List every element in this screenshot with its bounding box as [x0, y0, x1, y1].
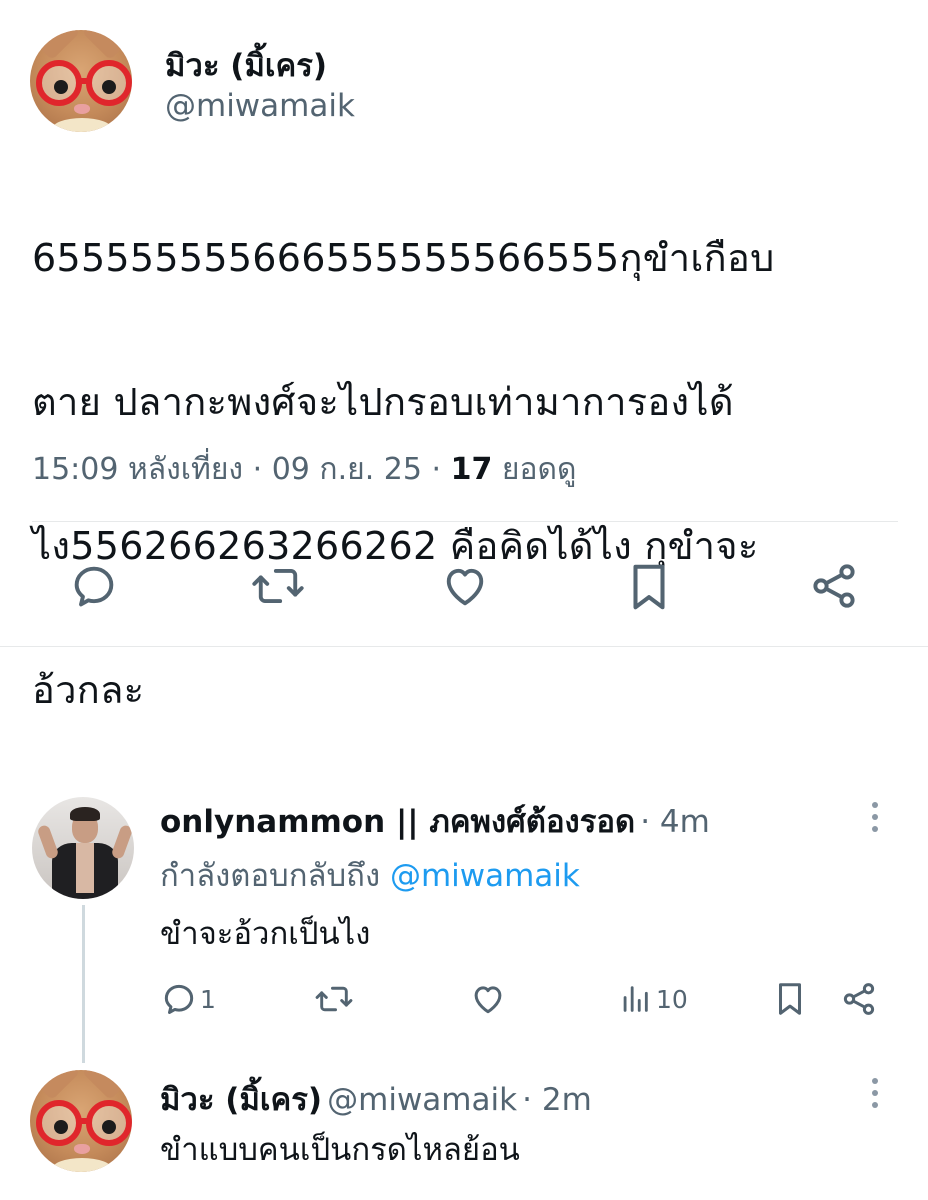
- author-avatar[interactable]: [30, 30, 132, 132]
- author-handle[interactable]: @miwamaik: [165, 88, 355, 124]
- replying-label: กำลังตอบกลับถึง: [160, 858, 381, 894]
- reply-text: ขำแบบคนเป็นกรดไหลย้อน: [160, 1132, 520, 1168]
- share-icon[interactable]: [808, 560, 860, 612]
- author-display-name[interactable]: มิวะ (มิ้เคร): [165, 40, 327, 90]
- reply-display-name[interactable]: onlynammon || ภคพงศ์ต้องรอด: [160, 804, 635, 840]
- mention-link[interactable]: @miwamaik: [390, 858, 580, 894]
- reply-text: ขำจะอ้วกเป็นไง: [160, 916, 371, 952]
- retweet-icon[interactable]: [314, 980, 354, 1018]
- section-divider: [0, 646, 928, 647]
- reply-handle[interactable]: @miwamaik: [327, 1082, 517, 1118]
- tweet-line: ตาย ปลากะพงศ์จะไปกรอบเท่ามาการองได้: [32, 380, 734, 424]
- meta-separator: ·: [431, 452, 442, 487]
- reply-count: 1: [200, 985, 216, 1014]
- thread-line: [82, 905, 85, 1063]
- views-label[interactable]: ยอดดู: [502, 452, 577, 487]
- views-icon[interactable]: [618, 982, 652, 1016]
- reply-avatar[interactable]: [32, 797, 134, 899]
- reply-time[interactable]: · 2m: [522, 1082, 592, 1118]
- tweet-time[interactable]: 15:09 หลังเที่ยง: [32, 452, 243, 487]
- reply-header: มิวะ (มิ้เคร) @miwamaik · 2m: [160, 1074, 592, 1124]
- tweet-line: อ้วกละ: [32, 668, 145, 712]
- replying-to: กำลังตอบกลับถึง @miwamaik: [160, 850, 580, 900]
- views-count: 10: [656, 985, 688, 1014]
- divider: [32, 521, 898, 522]
- bookmark-icon[interactable]: [774, 980, 806, 1018]
- views-count: 17: [450, 452, 493, 487]
- reply-header: onlynammon || ภคพงศ์ต้องรอด · 4m: [160, 796, 710, 846]
- tweet-meta: 15:09 หลังเที่ยง · 09 ก.ย. 25 · 17 ยอดดู: [32, 446, 576, 493]
- bookmark-icon[interactable]: [626, 560, 672, 614]
- reply-icon[interactable]: [68, 560, 120, 612]
- like-icon[interactable]: [468, 980, 508, 1018]
- tweet-date[interactable]: 09 ก.ย. 25: [272, 452, 422, 487]
- reply-display-name[interactable]: มิวะ (มิ้เคร): [160, 1082, 322, 1118]
- reply-avatar[interactable]: [30, 1070, 132, 1172]
- meta-separator: ·: [252, 452, 263, 487]
- more-options-icon[interactable]: [872, 802, 880, 838]
- more-options-icon[interactable]: [872, 1078, 880, 1114]
- share-icon[interactable]: [840, 980, 878, 1018]
- like-icon[interactable]: [438, 560, 492, 612]
- tweet-line: 655555555666555555566555กุขำเกือบ: [32, 236, 775, 280]
- reply-icon[interactable]: [160, 980, 198, 1018]
- reply-time[interactable]: · 4m: [640, 804, 710, 840]
- retweet-icon[interactable]: [250, 560, 306, 612]
